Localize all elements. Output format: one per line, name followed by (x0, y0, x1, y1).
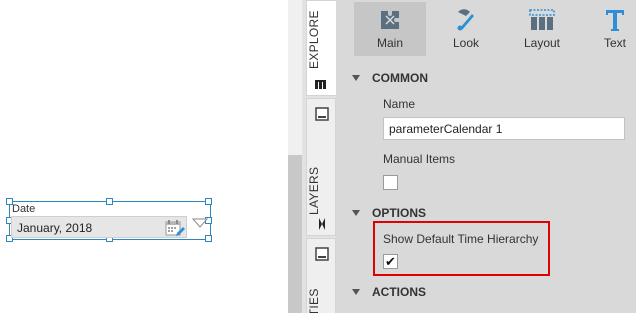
tab-explore[interactable]: EXPLORE (306, 0, 336, 96)
layers-tab-square-icon (315, 107, 329, 124)
section-title-options: OPTIONS (372, 206, 427, 220)
section-title-actions: ACTIONS (372, 285, 426, 299)
resize-handle-top-center[interactable] (106, 198, 113, 205)
side-tab-strip: EXPLORE LAYERS RTIES (302, 0, 336, 313)
manual-items-checkbox[interactable] (383, 175, 398, 190)
collapse-triangle-icon (352, 288, 360, 295)
section-header-options[interactable]: OPTIONS (352, 206, 426, 220)
properties-toolbar: Main Look Layout Text (336, 0, 636, 64)
dashboard-canvas[interactable]: Date January, 2018 (0, 0, 288, 313)
scrollbar-thumb[interactable] (288, 155, 302, 313)
section-header-actions[interactable]: ACTIONS (352, 285, 426, 299)
canvas-vertical-scrollbar[interactable] (288, 0, 302, 313)
tab-layers[interactable]: LAYERS (306, 98, 336, 236)
toolbar-tab-text[interactable]: Text (590, 2, 636, 56)
explore-icon (315, 79, 329, 93)
text-t-icon (604, 8, 626, 35)
collapse-triangle-icon (352, 74, 360, 81)
section-title-common: COMMON (372, 71, 428, 85)
name-label: Name (383, 97, 416, 111)
properties-panel: Main Look Layout Text COMMON Name parame… (336, 0, 636, 313)
date-parameter-widget[interactable]: Date January, 2018 (6, 198, 212, 242)
toolbar-tab-main[interactable]: Main (354, 2, 426, 56)
section-header-common[interactable]: COMMON (352, 71, 428, 85)
tab-properties-label: RTIES (307, 288, 321, 313)
toolbar-tab-text-label: Text (603, 36, 626, 50)
dropdown-triangle-icon[interactable] (191, 217, 209, 231)
look-brush-icon (454, 8, 478, 35)
manual-items-label: Manual Items (383, 152, 456, 166)
resize-handle-top-right[interactable] (205, 198, 212, 205)
widget-title: Date (12, 203, 36, 215)
properties-tab-square-icon (315, 247, 329, 264)
annotation-highlight-box (373, 221, 550, 276)
toolbar-tab-layout-label: Layout (523, 36, 561, 50)
toolbar-tab-look-label: Look (452, 36, 480, 50)
date-value: January, 2018 (17, 221, 93, 235)
toolbar-tab-layout[interactable]: Layout (508, 2, 576, 56)
resize-handle-bottom-right[interactable] (205, 235, 212, 242)
name-input[interactable] (383, 117, 625, 140)
toolbar-tab-look[interactable]: Look (430, 2, 502, 56)
tab-properties[interactable]: RTIES (306, 238, 336, 313)
collapse-triangle-icon (352, 209, 360, 216)
tab-explore-label: EXPLORE (307, 10, 321, 69)
toolbar-tab-main-label: Main (376, 36, 403, 50)
main-puzzle-icon (378, 8, 402, 35)
date-picker-field[interactable]: January, 2018 (11, 216, 187, 238)
layout-grid-icon (529, 8, 555, 35)
layers-icon (315, 217, 329, 234)
tab-layers-label: LAYERS (307, 166, 321, 215)
calendar-edit-icon[interactable] (165, 219, 185, 240)
